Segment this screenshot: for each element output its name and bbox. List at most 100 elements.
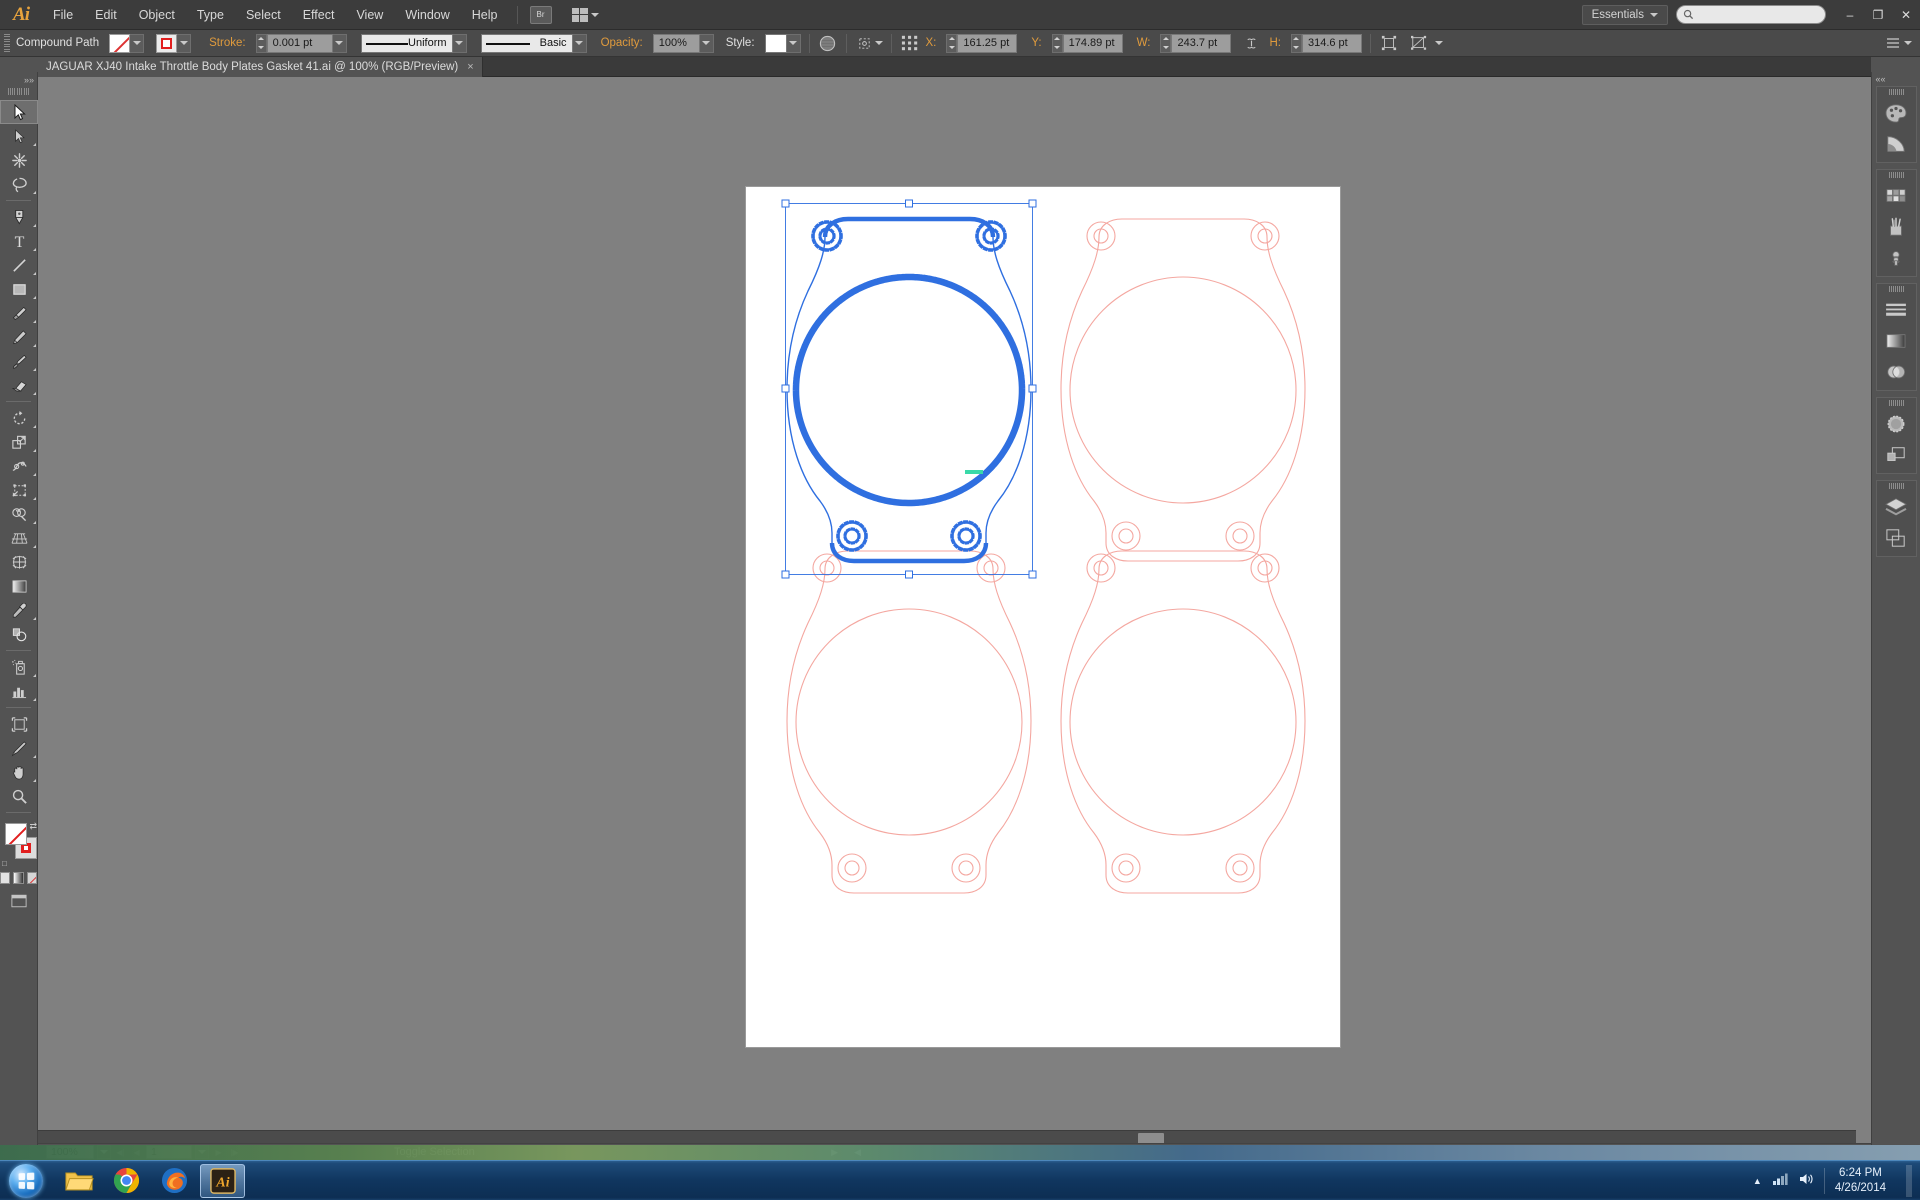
dock-expand-button[interactable]: ««	[1872, 72, 1920, 86]
stroke-color-control[interactable]	[156, 33, 192, 53]
menu-type[interactable]: Type	[186, 0, 235, 30]
menu-view[interactable]: View	[345, 0, 394, 30]
google-chrome-taskbar-icon[interactable]	[104, 1164, 149, 1198]
search-input[interactable]	[1676, 5, 1826, 24]
gradient-panel-icon[interactable]	[1877, 325, 1916, 356]
stroke-weight-dropdown-button[interactable]	[332, 33, 347, 53]
network-icon[interactable]	[1772, 1172, 1788, 1189]
opacity-input[interactable]: 100%	[652, 33, 700, 53]
opacity-dropdown-button[interactable]	[699, 33, 714, 53]
default-fill-stroke-icon[interactable]: □	[2, 859, 7, 868]
align-objects-icon[interactable]	[1409, 34, 1429, 53]
plate-top-right[interactable]	[1060, 218, 1306, 562]
magic-wand-tool[interactable]	[0, 148, 38, 172]
volume-icon[interactable]	[1798, 1172, 1814, 1189]
dock-group-gripper[interactable]	[1877, 170, 1916, 180]
perspective-grid-tool[interactable]	[0, 526, 38, 550]
maximize-button[interactable]: ❐	[1864, 4, 1892, 26]
swap-fill-stroke-icon[interactable]: ⇄	[29, 821, 37, 832]
menu-help[interactable]: Help	[461, 0, 509, 30]
dock-group-gripper[interactable]	[1877, 284, 1916, 294]
fill-color-control[interactable]	[109, 33, 145, 53]
screen-mode-button[interactable]	[0, 890, 38, 912]
paintbrush-tool[interactable]	[0, 301, 38, 325]
h-input[interactable]: 314.6 pt	[1301, 33, 1362, 53]
stroke-weight-input[interactable]: 0.001 pt	[266, 33, 333, 53]
free-transform-tool[interactable]	[0, 478, 38, 502]
rectangle-tool[interactable]	[0, 277, 38, 301]
minimize-button[interactable]: –	[1836, 4, 1864, 26]
graphic-style-swatch[interactable]	[764, 33, 787, 53]
brush-definition-preview[interactable]: Basic	[480, 33, 573, 53]
show-hidden-icons-button[interactable]: ▲	[1753, 1176, 1762, 1186]
transform-reference-point-icon[interactable]	[900, 34, 920, 53]
tools-panel-collapse-button[interactable]: »»	[0, 72, 37, 88]
artboard[interactable]	[746, 187, 1340, 1047]
width-profile-preview[interactable]: Uniform	[360, 33, 453, 53]
symbol-sprayer-tool[interactable]	[0, 655, 38, 679]
dock-group-gripper[interactable]	[1877, 398, 1916, 408]
shape-builder-tool[interactable]	[0, 502, 38, 526]
transform-panel-icon[interactable]	[1379, 34, 1399, 53]
menu-select[interactable]: Select	[235, 0, 292, 30]
align-to-selection-icon[interactable]	[855, 34, 875, 53]
document-tab[interactable]: JAGUAR XJ40 Intake Throttle Body Plates …	[38, 57, 483, 77]
brush-definition-dropdown-button[interactable]	[572, 33, 587, 53]
clock[interactable]: 6:24 PM 4/26/2014	[1835, 1166, 1896, 1196]
gradient-tool[interactable]	[0, 574, 38, 598]
eraser-tool[interactable]	[0, 373, 38, 397]
direct-selection-tool[interactable]	[0, 124, 38, 148]
h-stepper[interactable]	[1290, 33, 1302, 53]
opacity-mask-icon[interactable]	[818, 34, 838, 53]
type-tool[interactable]: T	[0, 229, 38, 253]
width-profile-dropdown-button[interactable]	[452, 33, 467, 53]
eyedropper-tool[interactable]	[0, 598, 38, 622]
width-tool[interactable]	[0, 454, 38, 478]
menu-window[interactable]: Window	[394, 0, 460, 30]
column-graph-tool[interactable]	[0, 679, 38, 703]
stroke-panel-icon[interactable]	[1877, 294, 1916, 325]
x-input[interactable]: 161.25 pt	[957, 33, 1018, 53]
adobe-illustrator-taskbar-icon[interactable]: Ai	[200, 1163, 245, 1198]
artboard-tool[interactable]	[0, 712, 38, 736]
control-bar-overflow[interactable]	[1885, 36, 1912, 50]
selection-tool[interactable]	[0, 100, 38, 124]
stroke-weight-stepper[interactable]	[255, 33, 267, 53]
menu-effect[interactable]: Effect	[292, 0, 346, 30]
arrange-documents-button[interactable]	[568, 6, 603, 24]
menu-file[interactable]: File	[42, 0, 84, 30]
plate-bottom-left[interactable]	[786, 550, 1032, 894]
lasso-tool[interactable]	[0, 172, 38, 196]
rotate-tool[interactable]	[0, 406, 38, 430]
artboards-panel-icon[interactable]	[1877, 522, 1916, 553]
toolbar-fill-swatch[interactable]	[5, 823, 27, 845]
layers-panel-icon[interactable]	[1877, 491, 1916, 522]
go-to-bridge-button[interactable]: Br	[529, 5, 552, 24]
fill-dropdown-button[interactable]	[130, 33, 145, 53]
chevron-down-icon[interactable]	[1434, 41, 1443, 45]
w-stepper[interactable]	[1160, 33, 1172, 53]
windows-explorer-taskbar-icon[interactable]	[56, 1164, 101, 1198]
color-guide-icon[interactable]	[1877, 128, 1916, 159]
mesh-tool[interactable]	[0, 550, 38, 574]
fill-swatch[interactable]	[109, 33, 131, 53]
swatches-panel-icon[interactable]	[1877, 180, 1916, 211]
pen-tool[interactable]	[0, 205, 38, 229]
y-input[interactable]: 174.89 pt	[1062, 33, 1123, 53]
plate-bottom-right[interactable]	[1060, 550, 1306, 894]
stroke-swatch[interactable]	[156, 33, 178, 53]
control-bar-gripper[interactable]	[4, 33, 10, 53]
transparency-panel-icon[interactable]	[1877, 356, 1916, 387]
graphic-styles-panel-icon[interactable]	[1877, 439, 1916, 470]
dock-group-gripper[interactable]	[1877, 481, 1916, 491]
constrain-proportions-icon[interactable]	[1241, 34, 1261, 53]
menu-edit[interactable]: Edit	[84, 0, 128, 30]
dock-group-gripper[interactable]	[1877, 87, 1916, 97]
close-button[interactable]: ✕	[1892, 4, 1920, 26]
x-stepper[interactable]	[946, 33, 958, 53]
color-panel-icon[interactable]	[1877, 97, 1916, 128]
close-icon[interactable]: ×	[467, 61, 473, 73]
color-button[interactable]	[0, 872, 11, 884]
hand-tool[interactable]	[0, 760, 38, 784]
canvas[interactable]	[38, 77, 1871, 1145]
